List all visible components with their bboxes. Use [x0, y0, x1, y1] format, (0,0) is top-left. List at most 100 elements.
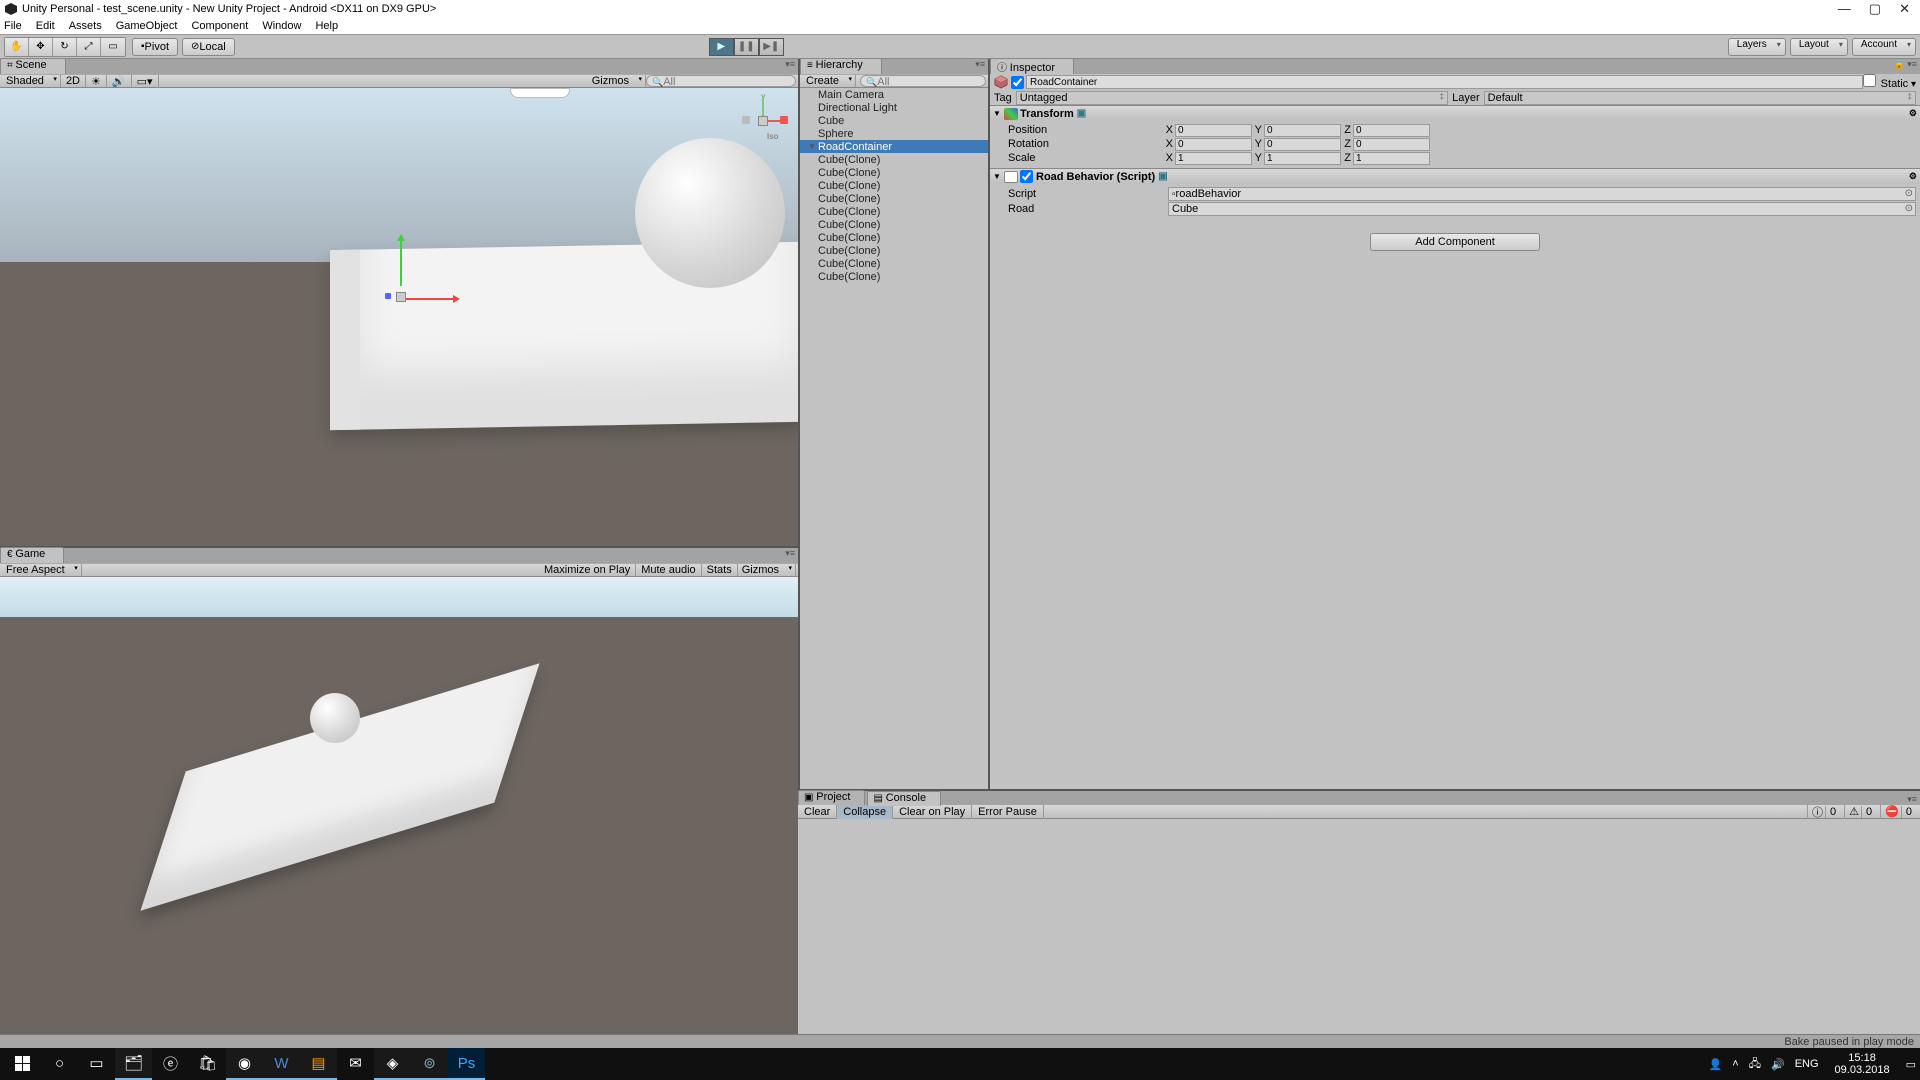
roadbehavior-header[interactable]: ▼ Road Behavior (Script) ▣ ⚙ [990, 169, 1920, 184]
2d-toggle[interactable]: 2D [61, 75, 86, 87]
project-tab[interactable]: ▣ Project [798, 790, 865, 805]
scene-search-input[interactable]: 🔍All [646, 75, 796, 87]
console-warn-count[interactable]: ⚠ 0 [1844, 804, 1880, 820]
console-errorpause-toggle[interactable]: Error Pause [972, 805, 1044, 819]
taskbar-unity[interactable]: ◈ [374, 1048, 411, 1080]
menu-file[interactable]: File [4, 20, 22, 32]
menu-help[interactable]: Help [315, 20, 338, 32]
mute-audio-toggle[interactable]: Mute audio [636, 564, 701, 576]
hierarchy-create-dropdown[interactable]: Create [802, 75, 856, 87]
start-button[interactable] [4, 1048, 41, 1080]
hierarchy-tab[interactable]: ≡ Hierarchy [800, 58, 882, 74]
hierarchy-item[interactable]: Cube(Clone) [800, 231, 988, 244]
menu-window[interactable]: Window [262, 20, 301, 32]
menu-gameobject[interactable]: GameObject [116, 20, 178, 32]
hierarchy-item[interactable]: Cube [800, 114, 988, 127]
hierarchy-item[interactable]: Cube(Clone) [800, 153, 988, 166]
move-gizmo-y-axis[interactable] [400, 236, 402, 286]
rect-tool[interactable]: ▭ [101, 38, 125, 56]
scale-x-field[interactable] [1175, 152, 1252, 165]
scene-light-toggle[interactable]: ☀ [86, 75, 107, 88]
pause-button[interactable]: ❚❚ [734, 38, 759, 56]
position-x-field[interactable] [1175, 124, 1252, 137]
hierarchy-item[interactable]: Cube(Clone) [800, 205, 988, 218]
rotation-x-field[interactable] [1175, 138, 1252, 151]
taskbar-chrome[interactable]: ◉ [226, 1048, 263, 1080]
hierarchy-item[interactable]: Cube(Clone) [800, 166, 988, 179]
maximize-on-play-toggle[interactable]: Maximize on Play [539, 564, 636, 576]
tray-people-icon[interactable]: 👤 [1709, 1058, 1723, 1071]
rotation-z-field[interactable] [1353, 138, 1430, 151]
local-toggle[interactable]: ⊘ Local [182, 38, 235, 56]
inspector-tab-menu[interactable]: 🔒 ▾≡ [1891, 59, 1920, 74]
transform-help-icon[interactable]: ▣ [1077, 108, 1086, 119]
position-z-field[interactable] [1353, 124, 1430, 137]
orientation-gizmo[interactable]: y Iso [738, 96, 788, 146]
game-gizmos-dropdown[interactable]: Gizmos [738, 564, 796, 576]
scene-viewport[interactable]: y Iso [0, 88, 798, 546]
menu-component[interactable]: Component [191, 20, 248, 32]
console-collapse-toggle[interactable]: Collapse [837, 805, 893, 819]
add-component-button[interactable]: Add Component [1370, 233, 1540, 251]
hierarchy-tab-menu[interactable]: ▾≡ [972, 59, 988, 74]
step-button[interactable]: ▶❚ [759, 38, 784, 56]
scene-tab[interactable]: ⌗ Scene [0, 58, 66, 74]
search-button[interactable]: ○ [41, 1048, 78, 1080]
move-gizmo-z-axis[interactable] [385, 293, 391, 299]
taskbar-edge[interactable]: ⓔ [152, 1048, 189, 1080]
hierarchy-item[interactable]: Cube(Clone) [800, 218, 988, 231]
hierarchy-item[interactable]: Main Camera [800, 88, 988, 101]
transform-header[interactable]: ▼ Transform ▣ ⚙ [990, 106, 1920, 121]
tray-network-icon[interactable]: 🖧 [1749, 1055, 1761, 1074]
hierarchy-item[interactable]: Cube(Clone) [800, 270, 988, 283]
gizmos-dropdown[interactable]: Gizmos [588, 75, 646, 87]
tray-notifications-icon[interactable]: ▭ [1906, 1058, 1916, 1071]
scene-tab-menu[interactable]: ▾≡ [782, 59, 798, 74]
tag-dropdown[interactable]: Untagged [1016, 91, 1448, 105]
taskbar-mono[interactable]: ⊚ [411, 1048, 448, 1080]
stats-toggle[interactable]: Stats [702, 564, 738, 576]
game-viewport[interactable] [0, 577, 798, 1035]
taskbar-word[interactable]: W [263, 1048, 300, 1080]
move-gizmo-center[interactable] [396, 292, 406, 302]
scene-audio-toggle[interactable]: 🔊 [107, 75, 132, 88]
taskbar-explorer[interactable]: 🗂 [115, 1048, 152, 1080]
aspect-dropdown[interactable]: Free Aspect [2, 564, 82, 576]
window-maximize-button[interactable]: ▢ [1869, 1, 1881, 17]
tray-clock[interactable]: 15:1809.03.2018 [1829, 1052, 1896, 1076]
transform-settings-icon[interactable]: ⚙ [1909, 108, 1917, 119]
tray-chevron-up-icon[interactable]: ˄ [1732, 1058, 1738, 1070]
roadbehavior-enabled-checkbox[interactable] [1020, 170, 1033, 183]
script-reference-field[interactable]: ▫roadBehavior⊙ [1168, 187, 1916, 201]
hierarchy-item[interactable]: ▼RoadContainer [800, 140, 988, 153]
window-close-button[interactable]: ✕ [1899, 1, 1910, 17]
console-error-count[interactable]: ⛔ 0 [1880, 804, 1920, 820]
hierarchy-item[interactable]: Cube(Clone) [800, 179, 988, 192]
hierarchy-item[interactable]: Cube(Clone) [800, 257, 988, 270]
static-checkbox[interactable] [1863, 74, 1876, 87]
inspector-tab[interactable]: ⓘ Inspector [990, 58, 1074, 74]
layer-dropdown[interactable]: Default [1484, 91, 1916, 105]
taskbar-sublime[interactable]: ▤ [300, 1048, 337, 1080]
road-reference-field[interactable]: Cube⊙ [1168, 202, 1916, 216]
position-y-field[interactable] [1264, 124, 1341, 137]
console-clear-button[interactable]: Clear [798, 805, 837, 819]
hierarchy-item[interactable]: Directional Light [800, 101, 988, 114]
console-info-count[interactable]: ⓘ 0 [1807, 804, 1844, 820]
scale-z-field[interactable] [1353, 152, 1430, 165]
rotation-y-field[interactable] [1264, 138, 1341, 151]
taskbar-mail[interactable]: ✉ [337, 1048, 374, 1080]
move-tool[interactable]: ✥ [29, 38, 53, 56]
tray-language[interactable]: ENG [1795, 1058, 1819, 1070]
hierarchy-item[interactable]: Cube(Clone) [800, 192, 988, 205]
rotate-tool[interactable]: ↻ [53, 38, 77, 56]
tray-volume-icon[interactable]: 🔊 [1771, 1058, 1785, 1071]
layout-dropdown[interactable]: Layout [1790, 38, 1848, 56]
hierarchy-item[interactable]: Sphere [800, 127, 988, 140]
layers-dropdown[interactable]: Layers [1728, 38, 1786, 56]
console-tab[interactable]: ▤ Console [867, 791, 941, 806]
menu-edit[interactable]: Edit [36, 20, 55, 32]
hierarchy-item[interactable]: Cube(Clone) [800, 244, 988, 257]
play-button[interactable]: ▶ [709, 38, 734, 56]
move-gizmo-x-axis[interactable] [403, 298, 458, 300]
